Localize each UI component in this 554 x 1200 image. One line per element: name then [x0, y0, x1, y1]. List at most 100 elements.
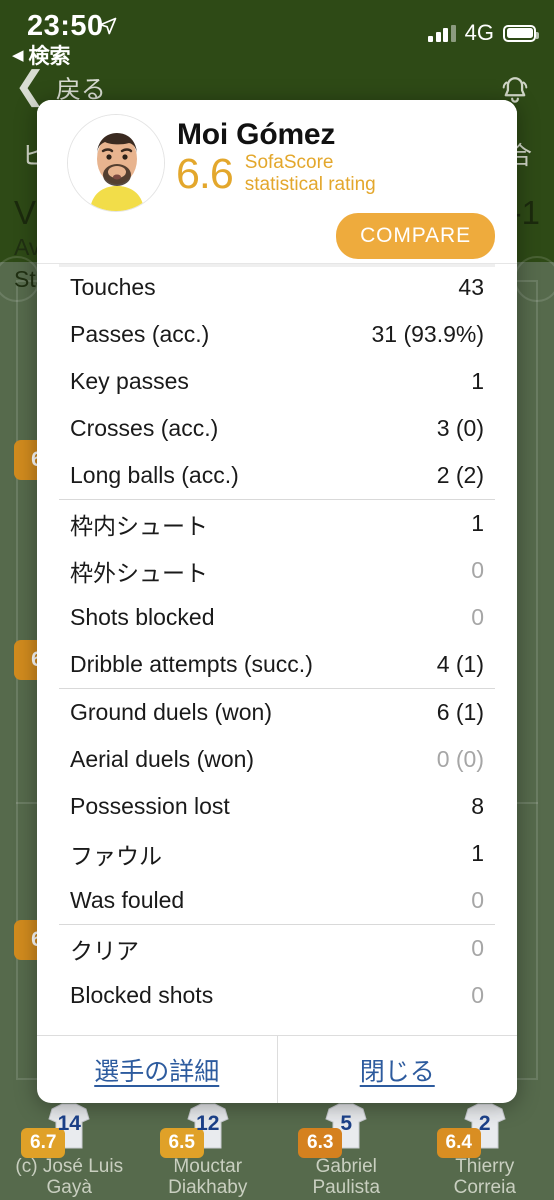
- status-network-label: 4G: [464, 20, 494, 45]
- stat-value: 43: [458, 274, 484, 300]
- player-rating-badge: 6.3: [298, 1128, 343, 1158]
- player-stats-modal: Moi Gómez 6.6 SofaScore statistical rati…: [37, 100, 517, 1103]
- stat-value: 31 (93.9%): [371, 321, 484, 347]
- stats-list[interactable]: Touches 43 Passes (acc.) 31 (93.9%) Key …: [37, 263, 517, 1035]
- modal-footer: 選手の詳細 閉じる: [37, 1035, 517, 1103]
- player-name: Thierry Correia: [416, 1156, 554, 1199]
- stat-label: Crosses (acc.): [70, 415, 219, 441]
- player-name-line2: Paulista: [312, 1177, 381, 1199]
- stat-group: Ground duels (won) 6 (1) Aerial duels (w…: [59, 689, 495, 925]
- stat-value: 0: [471, 887, 484, 913]
- player-header: Moi Gómez 6.6 SofaScore statistical rati…: [37, 100, 517, 263]
- jersey-number: 14: [57, 1112, 81, 1135]
- jersey-wrap: 12 6.5: [158, 1102, 258, 1158]
- player-name: (c) José Luis Gayà: [0, 1156, 139, 1199]
- stat-label: 枠内シュート: [70, 512, 208, 539]
- location-arrow-icon: [99, 17, 117, 35]
- player-name: Gabriel Paulista: [277, 1156, 416, 1199]
- status-back-label: 検索: [28, 45, 71, 68]
- avatar: [67, 114, 165, 212]
- stat-row: Possession lost 8: [59, 783, 495, 830]
- stat-value: 0 (0): [436, 746, 484, 772]
- jersey-wrap: 5 6.3: [296, 1102, 396, 1158]
- stat-row: クリア 0: [59, 925, 495, 972]
- lineup-player[interactable]: 5 6.3 Gabriel Paulista: [277, 1102, 416, 1200]
- stat-value: 1: [471, 840, 484, 866]
- player-name-line2: Diakhaby: [168, 1177, 248, 1199]
- stat-label: Shots blocked: [70, 604, 215, 630]
- stat-value: 0: [471, 557, 484, 583]
- rating-value: 6.6: [176, 149, 234, 198]
- stat-label: クリア: [70, 937, 139, 964]
- signal-bars-icon: [428, 24, 456, 42]
- stat-row: Was fouled 0: [59, 877, 495, 924]
- player-rating-badge: 6.4: [436, 1128, 481, 1158]
- status-indicators: 4G: [428, 20, 539, 46]
- stat-label: Dribble attempts (succ.): [70, 651, 313, 677]
- jersey-number: 12: [196, 1112, 220, 1135]
- stat-label: Ground duels (won): [70, 699, 272, 725]
- rating-label-line2: statistical rating: [244, 174, 376, 196]
- rating-label-line1: SofaScore: [244, 152, 334, 173]
- stat-row: Aerial duels (won) 0 (0): [59, 736, 495, 783]
- jersey-wrap: 2 6.4: [435, 1102, 535, 1158]
- stat-row: Shots blocked 0: [59, 594, 495, 641]
- jersey-number: 2: [478, 1112, 491, 1135]
- status-time: 23:50: [27, 10, 104, 42]
- stat-value: 1: [471, 368, 484, 394]
- stat-label: ファウル: [70, 842, 162, 869]
- stat-group: クリア 0 Blocked shots 0: [59, 925, 495, 1019]
- stat-value: 4 (1): [436, 651, 484, 677]
- stat-value: 8: [471, 793, 484, 819]
- sofascore-rating: 6.6 SofaScore statistical rating: [176, 152, 376, 197]
- lineup-player[interactable]: 14 6.7 (c) José Luis Gayà: [0, 1102, 139, 1200]
- lineup-player[interactable]: 12 6.5 Mouctar Diakhaby: [139, 1102, 278, 1200]
- player-name-line2: Gayà: [46, 1177, 92, 1199]
- stat-row: Touches 43: [59, 264, 495, 311]
- compare-button[interactable]: COMPARE: [336, 213, 495, 259]
- stat-group: 枠内シュート 1 枠外シュート 0 Shots blocked 0 Dribbl…: [59, 500, 495, 689]
- stat-row: 枠内シュート 1: [59, 500, 495, 547]
- stat-row: ファウル 1: [59, 830, 495, 877]
- page-title: Moi Gómez: [177, 118, 336, 151]
- stat-row: Blocked shots 0: [59, 972, 495, 1019]
- player-details-button[interactable]: 選手の詳細: [37, 1036, 277, 1103]
- stat-value: 6 (1): [436, 699, 484, 725]
- stats-top-strip: [59, 264, 495, 267]
- stat-label: Touches: [70, 274, 156, 300]
- stat-value: 2 (2): [436, 462, 484, 488]
- stat-label: Long balls (acc.): [70, 462, 239, 488]
- stat-row: 枠外シュート 0: [59, 547, 495, 594]
- chevron-left-icon: ❮: [14, 64, 46, 107]
- stat-value: 3 (0): [436, 415, 484, 441]
- stat-value: 0: [471, 935, 484, 961]
- player-name-line2: Correia: [453, 1177, 516, 1199]
- player-name-line1: Mouctar: [173, 1156, 243, 1177]
- stat-label: Possession lost: [70, 793, 230, 819]
- stat-label: 枠外シュート: [70, 559, 208, 586]
- stat-label: Key passes: [70, 368, 189, 394]
- player-name-line1: Gabriel: [315, 1156, 377, 1177]
- player-name-line1: Thierry: [455, 1156, 515, 1177]
- stat-row: Passes (acc.) 31 (93.9%): [59, 311, 495, 358]
- jersey-number: 5: [340, 1112, 353, 1135]
- stat-row: Key passes 1: [59, 358, 495, 405]
- lineup-player[interactable]: 2 6.4 Thierry Correia: [416, 1102, 554, 1200]
- stat-value: 0: [471, 982, 484, 1008]
- stat-value: 1: [471, 510, 484, 536]
- stat-row: Long balls (acc.) 2 (2): [59, 452, 495, 499]
- stat-label: Passes (acc.): [70, 321, 210, 347]
- status-back-to-app[interactable]: ◀ 検索: [12, 40, 71, 70]
- stat-group: Touches 43 Passes (acc.) 31 (93.9%) Key …: [59, 264, 495, 500]
- player-avatar-image: [68, 115, 164, 211]
- stat-label: Blocked shots: [70, 982, 214, 1008]
- player-name-line1: (c) José Luis: [15, 1156, 124, 1177]
- close-button[interactable]: 閉じる: [278, 1036, 518, 1103]
- jersey-wrap: 14 6.7: [19, 1102, 119, 1158]
- battery-full-icon: [503, 24, 539, 42]
- stat-row: Ground duels (won) 6 (1): [59, 689, 495, 736]
- status-bar: 23:50 ◀ 検索 4G: [0, 0, 554, 68]
- stat-label: Aerial duels (won): [70, 746, 255, 772]
- rating-label: SofaScore statistical rating: [245, 152, 376, 197]
- lineup-player-row: 14 6.7 (c) José Luis Gayà 12 6.5 Mouctar…: [0, 1102, 554, 1200]
